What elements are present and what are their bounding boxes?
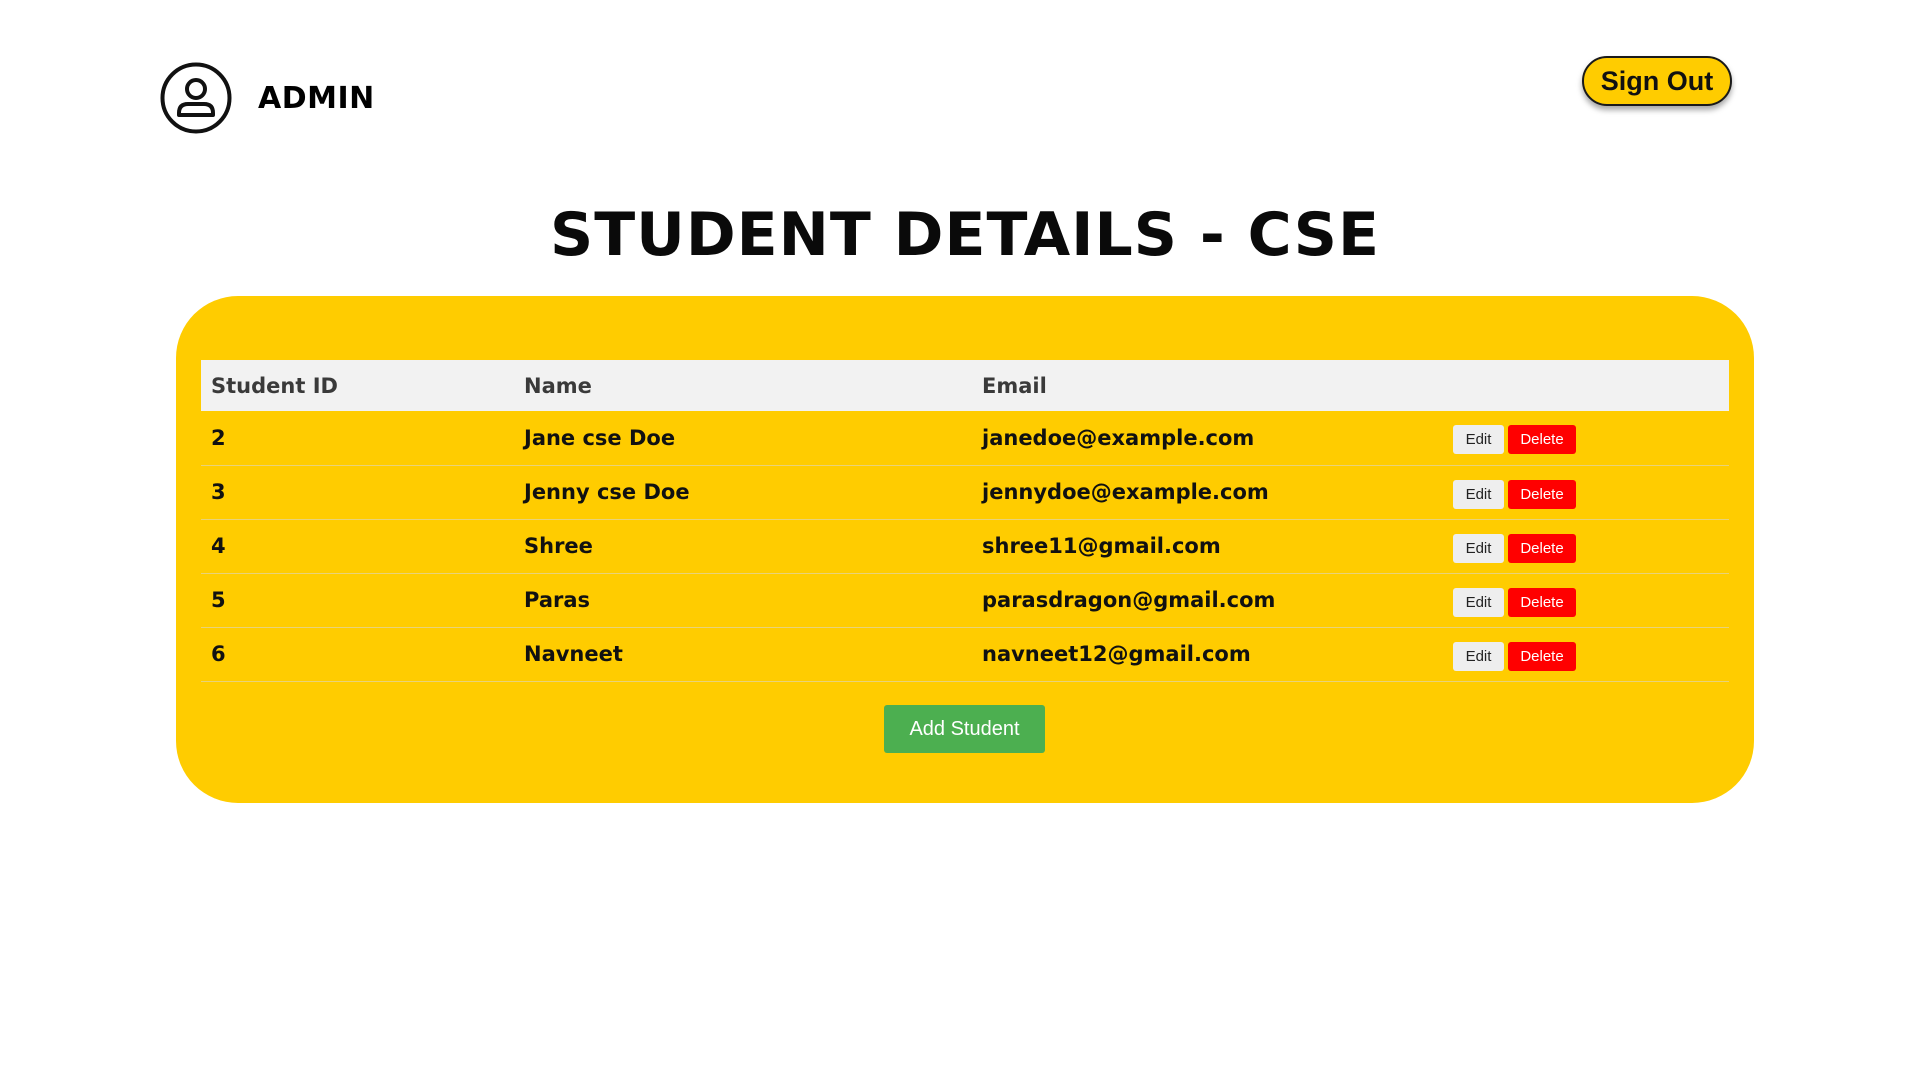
student-name-cell: Shree — [524, 534, 593, 558]
student-email-cell: jennydoe@example.com — [982, 480, 1269, 504]
student-email-cell: parasdragon@gmail.com — [982, 588, 1276, 612]
row-actions: Edit Delete — [1440, 519, 1729, 573]
add-student-button[interactable]: Add Student — [884, 705, 1045, 753]
column-header-actions — [1440, 360, 1729, 411]
student-id-cell: 4 — [211, 534, 226, 558]
user-circle-icon — [160, 62, 232, 134]
student-name-cell: Paras — [524, 588, 591, 612]
student-id-cell: 3 — [211, 480, 226, 504]
student-email-cell: navneet12@gmail.com — [982, 642, 1251, 666]
column-header-student-id: Student ID — [211, 373, 338, 398]
student-name-cell: Navneet — [524, 642, 623, 666]
student-id-cell: 5 — [211, 588, 226, 612]
student-id-cell: 2 — [211, 425, 226, 450]
delete-button[interactable]: Delete — [1508, 425, 1576, 455]
edit-button[interactable]: Edit — [1453, 425, 1504, 455]
row-actions: Edit Delete — [1440, 573, 1729, 627]
column-header-email: Email — [982, 373, 1047, 398]
delete-button[interactable]: Delete — [1508, 587, 1576, 617]
sign-out-button[interactable]: Sign Out — [1582, 56, 1732, 106]
student-email-cell: shree11@gmail.com — [982, 534, 1221, 558]
delete-button[interactable]: Delete — [1508, 641, 1576, 671]
student-name-cell: Jane cse Doe — [524, 425, 676, 450]
edit-button[interactable]: Edit — [1453, 479, 1504, 509]
row-actions: Edit Delete — [1440, 411, 1729, 465]
student-table-card: Student ID Name Email 2 Jane cse Doe jan… — [176, 296, 1754, 803]
student-table: Student ID Name Email 2 Jane cse Doe jan… — [201, 360, 1729, 682]
student-name-cell: Jenny cse Doe — [524, 480, 690, 504]
delete-button[interactable]: Delete — [1508, 533, 1576, 563]
student-email-cell: janedoe@example.com — [982, 425, 1255, 450]
edit-button[interactable]: Edit — [1453, 587, 1504, 617]
table-row: 5 Paras parasdragon@gmail.com Edit Delete — [201, 573, 1729, 627]
student-id-cell: 6 — [211, 642, 226, 666]
user-label: ADMIN — [258, 80, 375, 116]
table-row: 6 Navneet navneet12@gmail.com Edit Delete — [201, 627, 1729, 681]
table-row: 3 Jenny cse Doe jennydoe@example.com Edi… — [201, 465, 1729, 519]
table-row: 2 Jane cse Doe janedoe@example.com Edit D… — [201, 411, 1729, 465]
edit-button[interactable]: Edit — [1453, 641, 1504, 671]
user-header: ADMIN — [160, 62, 375, 134]
edit-button[interactable]: Edit — [1453, 533, 1504, 563]
page-title: STUDENT DETAILS - CSE — [550, 200, 1380, 270]
row-actions: Edit Delete — [1440, 627, 1729, 681]
table-header-row: Student ID Name Email — [201, 360, 1729, 411]
column-header-name: Name — [524, 373, 592, 398]
table-row: 4 Shree shree11@gmail.com Edit Delete — [201, 519, 1729, 573]
row-actions: Edit Delete — [1440, 465, 1729, 519]
delete-button[interactable]: Delete — [1508, 479, 1576, 509]
